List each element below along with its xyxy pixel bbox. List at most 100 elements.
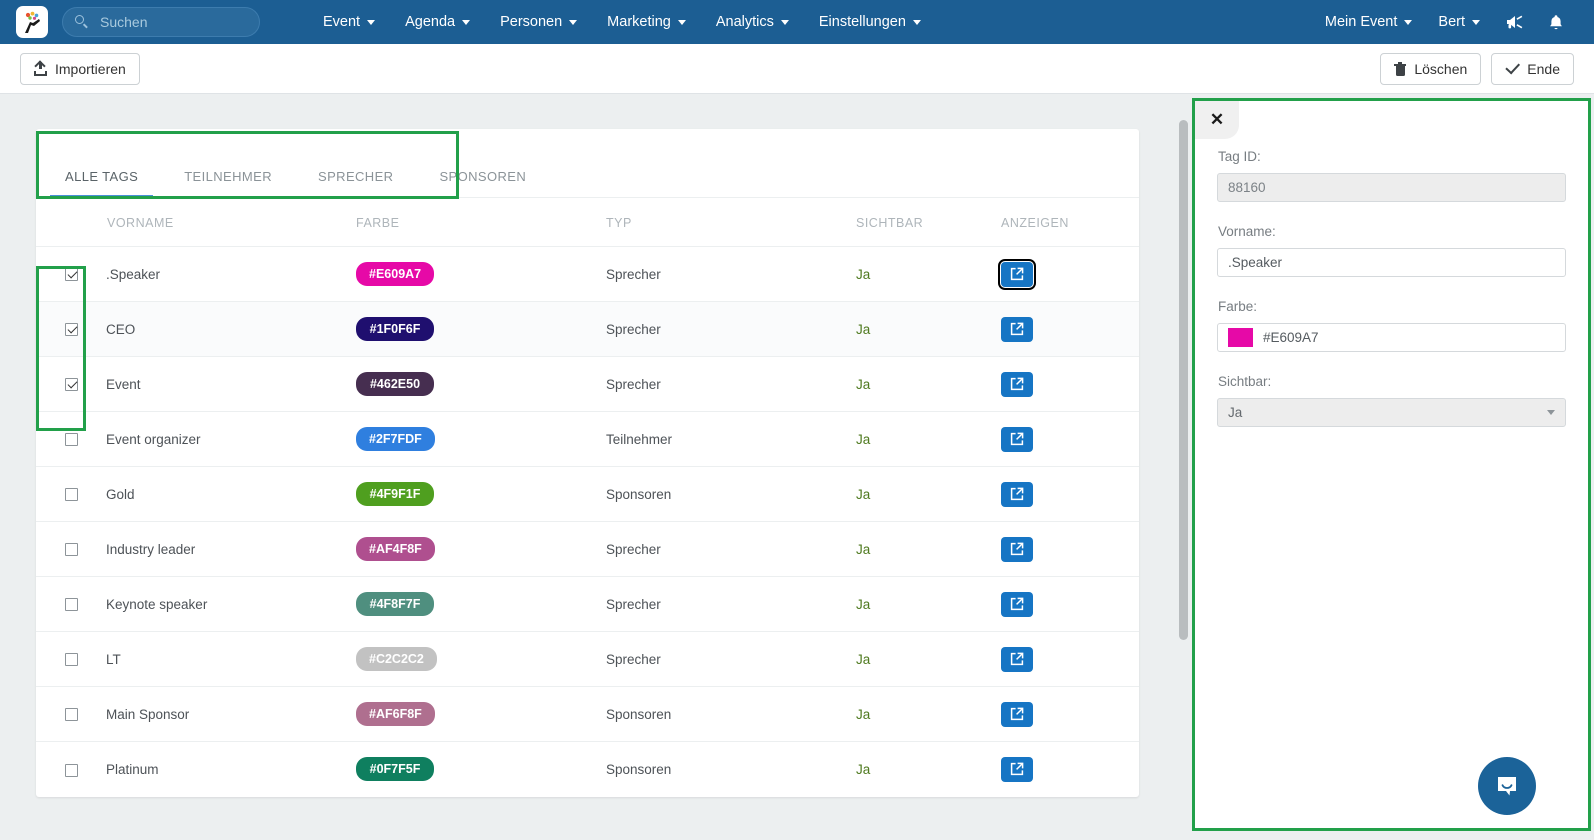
row-select-cell[interactable] xyxy=(36,246,106,302)
open-tag-button[interactable] xyxy=(1001,481,1033,507)
table-row[interactable]: Event organizer #2F7FDF Teilnehmer Ja xyxy=(36,411,1139,467)
row-action-cell xyxy=(1001,356,1139,412)
open-tag-button[interactable] xyxy=(1001,316,1033,342)
open-tag-button[interactable] xyxy=(1001,371,1033,397)
color-pill: #AF4F8F xyxy=(356,537,435,561)
row-select-cell[interactable] xyxy=(36,411,106,467)
row-select-cell[interactable] xyxy=(36,521,106,577)
open-tag-button[interactable] xyxy=(1001,701,1033,727)
chevron-down-icon xyxy=(1404,19,1413,25)
row-checkbox[interactable] xyxy=(64,763,78,777)
farbe-input[interactable]: #E609A7 xyxy=(1217,323,1566,352)
row-color-cell: #AF4F8F xyxy=(356,521,606,577)
delete-button[interactable]: Löschen xyxy=(1380,52,1482,85)
vorname-input[interactable]: .Speaker xyxy=(1217,248,1566,277)
close-icon[interactable]: ✕ xyxy=(1195,101,1239,139)
tab-teilnehmer[interactable]: TEILNEHMER xyxy=(169,169,287,197)
row-select-cell[interactable] xyxy=(36,301,106,357)
row-color-cell: #C2C2C2 xyxy=(356,631,606,687)
tab-sprecher[interactable]: SPRECHER xyxy=(303,169,408,197)
tab-alle-tags[interactable]: ALLE TAGS xyxy=(50,169,154,197)
app-logo-icon[interactable] xyxy=(16,6,48,38)
nav-item-personen[interactable]: Personen xyxy=(485,0,592,44)
chevron-down-icon xyxy=(677,19,686,25)
open-tag-button[interactable] xyxy=(1001,426,1033,452)
table-row[interactable]: Gold #4F9F1F Sponsoren Ja xyxy=(36,466,1139,522)
nav-item-marketing[interactable]: Marketing xyxy=(592,0,701,44)
visible-value: Ja xyxy=(856,706,871,722)
row-checkbox[interactable] xyxy=(64,323,78,337)
end-button[interactable]: Ende xyxy=(1491,52,1574,85)
table-scrollbar[interactable] xyxy=(1179,120,1188,640)
open-tag-button[interactable] xyxy=(1001,756,1033,782)
row-select-cell[interactable] xyxy=(36,466,106,522)
column-header-anzeigen: ANZEIGEN xyxy=(1001,216,1069,230)
nav-item-analytics[interactable]: Analytics xyxy=(701,0,804,44)
row-select-cell[interactable] xyxy=(36,741,106,797)
open-tag-button[interactable] xyxy=(1001,536,1033,562)
row-typ-cell: Sprecher xyxy=(606,631,856,687)
nav-item-user-bert[interactable]: Bert xyxy=(1425,0,1493,44)
row-name-cell: .Speaker xyxy=(106,246,356,302)
nav-item-agenda[interactable]: Agenda xyxy=(390,0,485,44)
color-swatch[interactable] xyxy=(1228,328,1253,347)
open-tag-button[interactable] xyxy=(1001,646,1033,672)
row-select-cell[interactable] xyxy=(36,631,106,687)
table-row[interactable]: Industry leader #AF4F8F Sprecher Ja xyxy=(36,521,1139,577)
nav-item-mein-event[interactable]: Mein Event xyxy=(1312,0,1426,44)
sichtbar-select[interactable]: Ja xyxy=(1217,398,1566,427)
table-row[interactable]: Main Sponsor #AF6F8F Sponsoren Ja xyxy=(36,686,1139,742)
open-tag-button[interactable] xyxy=(1001,591,1033,617)
row-action-cell xyxy=(1001,521,1139,577)
row-select-cell[interactable] xyxy=(36,686,106,742)
row-checkbox[interactable] xyxy=(64,708,78,722)
bell-icon[interactable] xyxy=(1536,0,1576,44)
nav-label: Marketing xyxy=(607,14,671,30)
visible-value: Ja xyxy=(856,486,871,502)
table-row[interactable]: Platinum #0F7F5F Sponsoren Ja xyxy=(36,741,1139,797)
chat-bubble-icon[interactable] xyxy=(1478,757,1536,815)
row-typ-cell: Sprecher xyxy=(606,246,856,302)
sichtbar-value: Ja xyxy=(1228,405,1243,420)
tab-sponsoren[interactable]: SPONSOREN xyxy=(424,169,541,197)
chevron-down-icon xyxy=(912,19,921,25)
row-checkbox[interactable] xyxy=(64,378,78,392)
row-name-cell: Platinum xyxy=(106,741,356,797)
row-checkbox[interactable] xyxy=(64,433,78,447)
row-checkbox[interactable] xyxy=(64,653,78,667)
field-farbe: Farbe: #E609A7 xyxy=(1217,299,1566,352)
nav-item-einstellungen[interactable]: Einstellungen xyxy=(804,0,936,44)
nav-item-event[interactable]: Event xyxy=(308,0,390,44)
field-sichtbar: Sichtbar: Ja xyxy=(1217,374,1566,427)
row-checkbox[interactable] xyxy=(64,543,78,557)
row-checkbox[interactable] xyxy=(64,268,78,282)
search-input[interactable] xyxy=(98,13,247,31)
row-select-cell[interactable] xyxy=(36,356,106,412)
tags-table: VORNAME FARBE TYP SICHTBAR ANZEIGEN .Spe… xyxy=(36,198,1139,797)
row-checkbox[interactable] xyxy=(64,598,78,612)
open-tag-button[interactable] xyxy=(998,258,1036,290)
row-typ-cell: Teilnehmer xyxy=(606,411,856,467)
visible-value: Ja xyxy=(856,541,871,557)
import-button[interactable]: Importieren xyxy=(20,52,140,85)
table-row[interactable]: .Speaker #E609A7 Sprecher Ja xyxy=(36,246,1139,302)
visible-value: Ja xyxy=(856,651,871,667)
color-pill: #C2C2C2 xyxy=(356,647,437,671)
search-box[interactable] xyxy=(62,7,260,37)
column-header-select xyxy=(36,198,106,247)
row-checkbox[interactable] xyxy=(64,488,78,502)
chevron-down-icon xyxy=(462,19,471,25)
table-row[interactable]: CEO #1F0F6F Sprecher Ja xyxy=(36,301,1139,357)
visible-value: Ja xyxy=(856,321,871,337)
column-header-sichtbar: SICHTBAR xyxy=(856,216,924,230)
nav-label: Agenda xyxy=(405,14,456,30)
nav-label: Event xyxy=(323,14,361,30)
megaphone-icon[interactable] xyxy=(1493,0,1536,44)
table-row[interactable]: LT #C2C2C2 Sprecher Ja xyxy=(36,631,1139,687)
table-row[interactable]: Keynote speaker #4F8F7F Sprecher Ja xyxy=(36,576,1139,632)
table-row[interactable]: Event #462E50 Sprecher Ja xyxy=(36,356,1139,412)
color-pill: #462E50 xyxy=(356,372,434,396)
main-menu: Event Agenda Personen Marketing Analytic… xyxy=(308,0,936,44)
row-typ-cell: Sponsoren xyxy=(606,466,856,522)
row-select-cell[interactable] xyxy=(36,576,106,632)
